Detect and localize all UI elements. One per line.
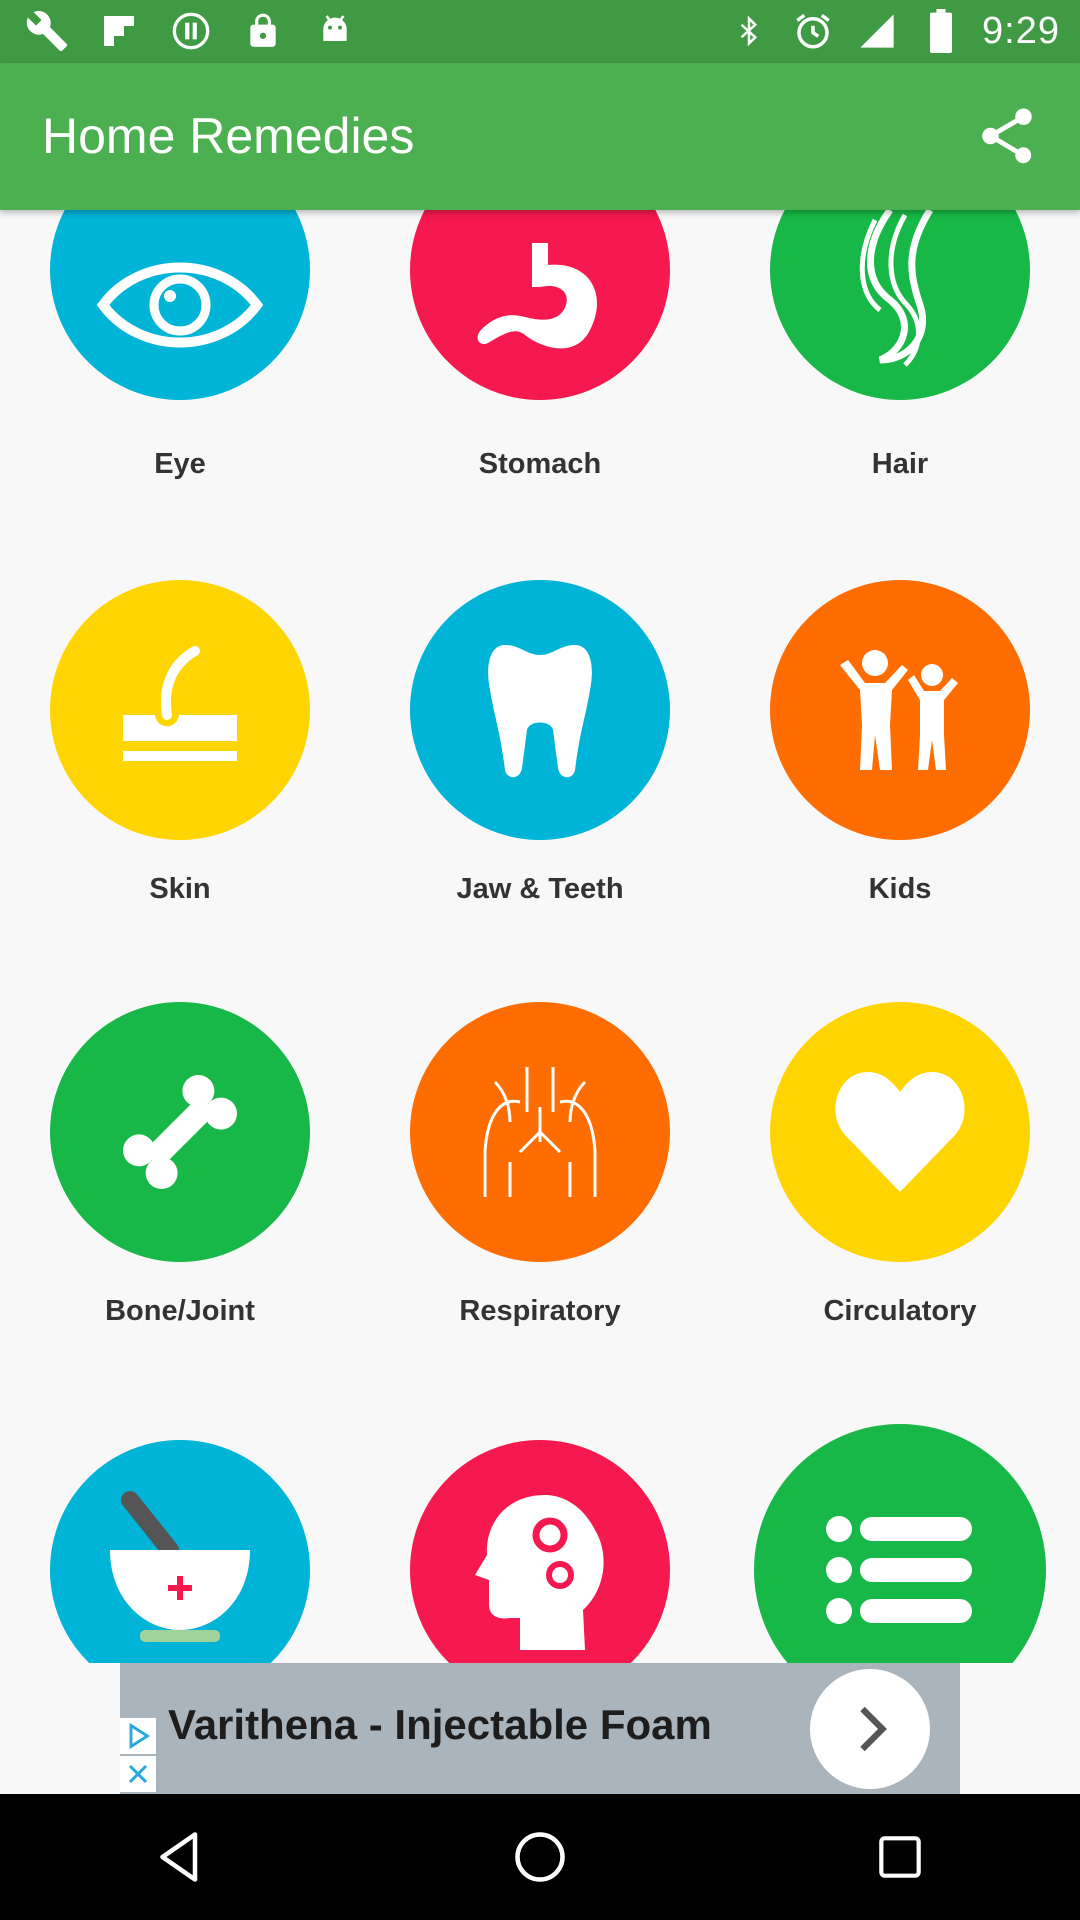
ad-arrow-button[interactable]: [810, 1669, 930, 1789]
category-respiratory[interactable]: Respiratory: [360, 1002, 720, 1382]
category-kids[interactable]: Kids: [720, 580, 1080, 960]
bone-icon: [50, 1002, 310, 1262]
category-grid: Eye Stomach Hair Skin Jaw & Teeth Kids B…: [0, 210, 1080, 1663]
stomach-icon: [410, 210, 670, 400]
category-label: Kids: [868, 873, 932, 905]
signal-icon: [854, 8, 900, 54]
head-gears-icon: [410, 1440, 670, 1663]
share-icon[interactable]: [974, 103, 1040, 169]
battery-icon: [918, 8, 964, 54]
category-label: Hair: [871, 448, 929, 480]
category-mental[interactable]: [360, 1440, 720, 1663]
tooth-icon: [410, 580, 670, 840]
heart-icon: [770, 1002, 1030, 1262]
category-more[interactable]: [720, 1424, 1080, 1663]
category-hair[interactable]: Hair: [720, 210, 1080, 530]
home-icon[interactable]: [500, 1817, 580, 1897]
category-bone-joint[interactable]: Bone/Joint: [0, 1002, 360, 1382]
category-label: Respiratory: [459, 1295, 621, 1327]
circle-pause-icon: [168, 8, 214, 54]
wrench-icon: [24, 8, 70, 54]
skin-icon: [50, 580, 310, 840]
android-icon: [312, 8, 358, 54]
bluetooth-icon: [726, 8, 772, 54]
page-title: Home Remedies: [42, 108, 415, 164]
category-circulatory[interactable]: Circulatory: [720, 1002, 1080, 1382]
list-icon: [754, 1424, 1046, 1663]
flipboard-icon: [96, 8, 142, 54]
ad-text: Varithena - Injectable Foam: [168, 1701, 712, 1748]
mortar-pestle-icon: [50, 1440, 310, 1663]
category-label: Bone/Joint: [105, 1295, 255, 1327]
category-label: Jaw & Teeth: [456, 873, 624, 905]
category-eye[interactable]: Eye: [0, 210, 360, 530]
status-bar: 9:29: [0, 0, 1080, 63]
chevron-right-icon: [860, 1706, 887, 1752]
app-bar: Home Remedies: [0, 63, 1080, 210]
lungs-icon: [410, 1002, 670, 1262]
category-skin[interactable]: Skin: [0, 580, 360, 960]
clock-time: 9:29: [982, 9, 1060, 52]
ad-close-icon[interactable]: [120, 1756, 156, 1792]
lock-icon: [240, 8, 286, 54]
eye-icon: [50, 210, 310, 400]
category-jaw-teeth[interactable]: Jaw & Teeth: [360, 580, 720, 960]
back-icon[interactable]: [140, 1817, 220, 1897]
ad-banner[interactable]: Varithena - Injectable Foam: [120, 1663, 960, 1794]
hair-icon: [770, 210, 1030, 400]
category-stomach[interactable]: Stomach: [360, 210, 720, 530]
category-label: Skin: [149, 873, 211, 905]
navigation-bar: [0, 1794, 1080, 1920]
alarm-icon: [790, 8, 836, 54]
category-label: Circulatory: [823, 1295, 977, 1327]
category-label: Stomach: [478, 448, 602, 480]
recents-icon[interactable]: [860, 1817, 940, 1897]
category-remedies[interactable]: [0, 1440, 360, 1663]
ad-choices-icon[interactable]: [120, 1718, 156, 1754]
category-label: Eye: [154, 448, 206, 480]
kids-icon: [770, 580, 1030, 840]
